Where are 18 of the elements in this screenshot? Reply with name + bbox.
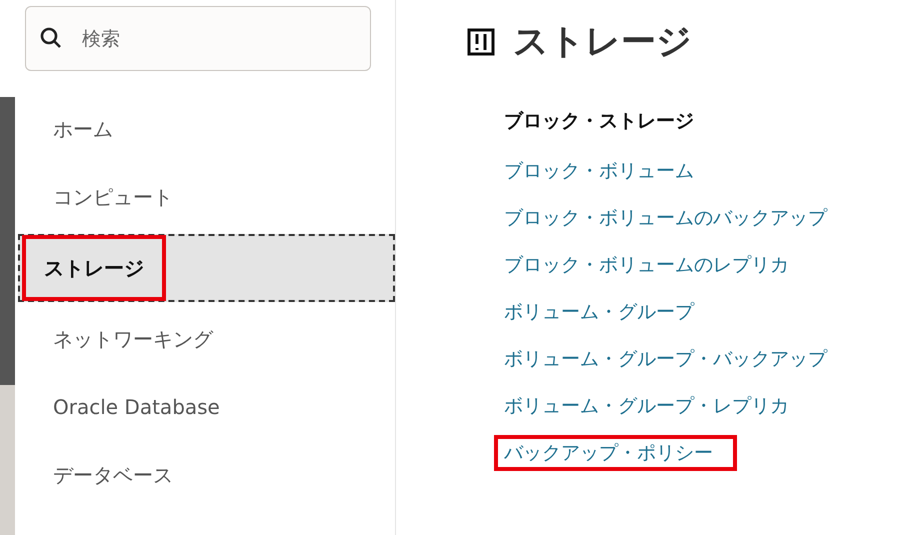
search-icon <box>39 26 63 50</box>
sidebar-item[interactable]: ネットワーキング <box>15 305 395 373</box>
sidebar-item[interactable]: ホーム <box>15 95 395 163</box>
page-title: ストレージ <box>513 21 692 64</box>
storage-link[interactable]: ブロック・ボリューム <box>498 157 700 185</box>
search-field[interactable]: 検索 <box>25 6 371 71</box>
storage-link[interactable]: ボリューム・グループ・レプリカ <box>498 392 795 420</box>
sidebar-item[interactable]: Oracle Database <box>15 373 395 441</box>
storage-link[interactable]: ボリューム・グループ <box>498 298 700 326</box>
storage-link[interactable]: ブロック・ボリュームのバックアップ <box>498 204 833 232</box>
storage-link[interactable]: バックアップ・ポリシー <box>494 435 737 471</box>
sidebar-item[interactable]: コンピュート <box>15 163 395 231</box>
storage-icon <box>467 28 495 56</box>
storage-link[interactable]: ボリューム・グループ・バックアップ <box>498 345 833 373</box>
storage-link[interactable]: ブロック・ボリュームのレプリカ <box>498 251 795 279</box>
sidebar-item[interactable]: ストレージ <box>18 234 395 302</box>
section-heading: ブロック・ストレージ <box>504 108 695 134</box>
sidebar-item[interactable]: データベース <box>15 441 395 509</box>
